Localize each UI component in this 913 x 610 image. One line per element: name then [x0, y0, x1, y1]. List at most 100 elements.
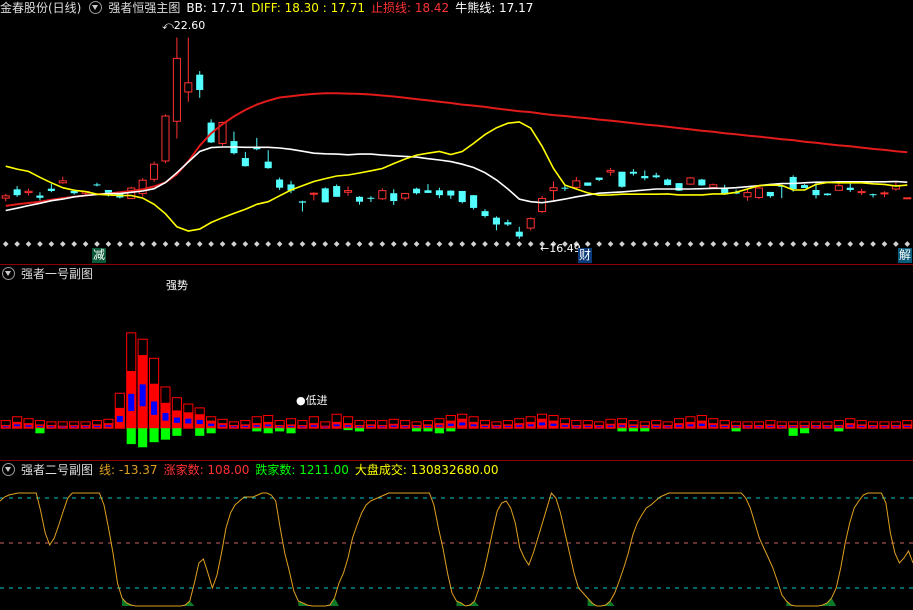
bar-blue [82, 426, 89, 428]
dot-marker [813, 241, 819, 247]
candle-body [834, 185, 843, 191]
dot-marker [333, 241, 340, 247]
bar-blue [402, 426, 409, 428]
dot-marker [356, 241, 363, 247]
bar-blue [904, 425, 911, 428]
bar-blue [573, 426, 580, 428]
bar-blue [812, 426, 820, 428]
dot-marker [505, 241, 511, 247]
dot-marker [470, 241, 477, 247]
collapse-icon[interactable] [2, 463, 15, 476]
bar-green [286, 428, 296, 434]
candle-body [321, 188, 329, 203]
bar-green [343, 428, 353, 431]
stop-loss-value: 止损线: 18.42 [370, 1, 450, 15]
dot-marker [904, 241, 911, 247]
bar-blue [116, 416, 123, 423]
sub1-title[interactable]: 强者一号副图 [21, 267, 93, 281]
dot-marker [231, 241, 237, 247]
bar-blue [790, 426, 797, 428]
line-value: 线: -13.37 [99, 463, 158, 477]
bar-blue [676, 425, 683, 427]
bar-blue [276, 426, 283, 428]
dot-marker [25, 241, 32, 247]
dot-marker [59, 241, 66, 247]
candle-body [378, 190, 387, 200]
candle-body [298, 201, 306, 203]
sub2-title[interactable]: 强者二号副图 [21, 463, 93, 477]
bar-blue [767, 425, 774, 428]
bar-blue [596, 426, 603, 428]
bar-green [252, 428, 262, 432]
bar-blue [630, 425, 637, 428]
buy-label: ●低进 [296, 394, 328, 407]
bar-blue [36, 425, 43, 428]
bar-blue [710, 425, 717, 427]
candle-body [549, 187, 558, 192]
bar-blue [504, 425, 511, 428]
strong-label: 强势 [166, 279, 188, 292]
bar-blue [892, 426, 899, 428]
bar-blue [2, 426, 9, 428]
candle-body [161, 115, 170, 162]
dot-marker [368, 241, 374, 247]
bar-blue [516, 425, 523, 427]
dot-marker [174, 241, 180, 247]
dot-marker [493, 241, 500, 247]
candle-body [880, 192, 889, 195]
candle-body [629, 171, 637, 174]
bar-blue [379, 426, 386, 428]
bar-blue [287, 425, 295, 428]
panel-separators [0, 264, 913, 461]
candle-body [686, 177, 695, 185]
dot-marker [311, 241, 317, 247]
candle-body [641, 175, 649, 179]
bar-green [206, 428, 216, 434]
dot-marker [94, 241, 100, 247]
bar-green [640, 428, 650, 432]
dot-marker [128, 241, 135, 247]
dot-marker [664, 241, 671, 247]
indicator-name[interactable]: 强者恒强主图 [108, 1, 180, 15]
bar-green [446, 428, 456, 432]
candle-body [367, 197, 375, 199]
bull-bear-value: 牛熊线: 17.17 [455, 1, 534, 15]
dot-marker [687, 241, 694, 247]
dot-marker [893, 241, 899, 247]
dot-marker [459, 241, 466, 247]
dot-marker [721, 241, 728, 247]
candle-body [13, 189, 21, 196]
candle-body [595, 177, 603, 180]
oscillator-line [0, 492, 913, 607]
dot-marker [630, 241, 637, 247]
dot-marker [676, 241, 682, 247]
main-candles [1, 37, 912, 247]
bar-blue [527, 424, 534, 427]
bar-blue [721, 425, 728, 428]
collapse-icon[interactable] [2, 267, 15, 280]
bar-blue [25, 425, 32, 427]
candle-body [172, 57, 181, 122]
candle-body [538, 197, 547, 212]
dot-marker [196, 241, 203, 247]
bar-blue [539, 422, 546, 426]
stop-loss-line [5, 92, 908, 207]
sub2-oscillator [0, 492, 913, 607]
dot-marker [482, 241, 488, 247]
collapse-icon[interactable] [89, 1, 103, 14]
dot-marker [219, 241, 226, 247]
dot-marker [744, 241, 751, 247]
bar-blue [436, 425, 443, 427]
bar-blue [424, 425, 432, 428]
main-lines [5, 92, 908, 232]
candle-body [93, 184, 101, 186]
candle-body [698, 179, 706, 186]
candle-body [572, 180, 581, 188]
dot-marker [208, 241, 214, 247]
dot-marker [242, 241, 249, 247]
bar-green [834, 428, 844, 432]
bar-blue [881, 426, 888, 428]
candle-body [264, 161, 272, 169]
sub2-header: 强者二号副图 线: -13.37 涨家数: 108.00 跌家数: 1211.00 大盘… [0, 462, 505, 478]
bar-blue [607, 425, 614, 427]
